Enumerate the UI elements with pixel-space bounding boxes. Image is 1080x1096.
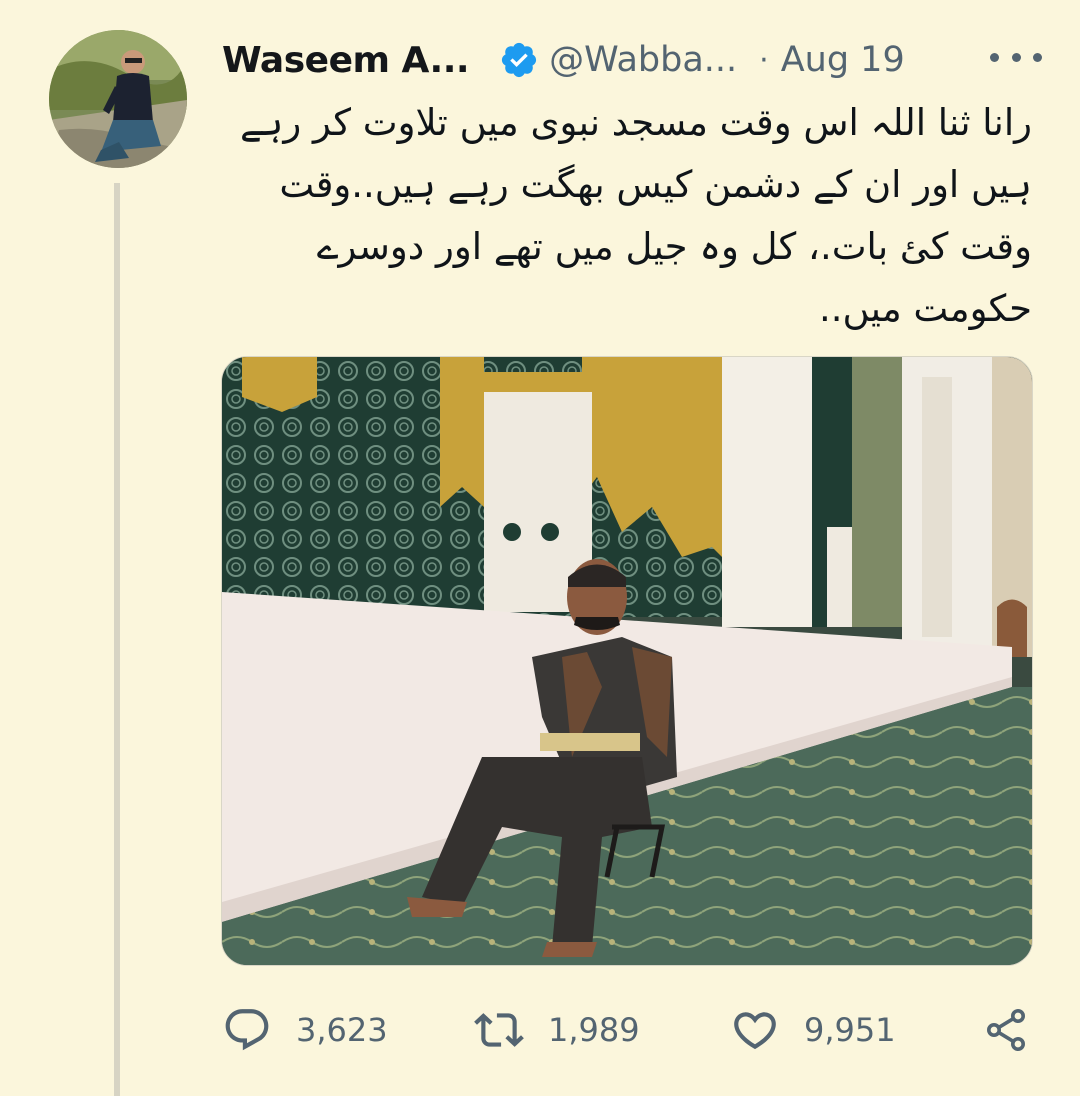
like-count: 9,951 xyxy=(804,1011,896,1049)
display-name[interactable]: Waseem A... xyxy=(222,40,470,81)
avatar-image xyxy=(49,30,187,168)
reply-icon xyxy=(222,1005,272,1055)
thread-line xyxy=(114,183,120,1096)
retweet-count: 1,989 xyxy=(548,1011,640,1049)
share-button[interactable] xyxy=(982,1000,1030,1060)
tweet-photo[interactable] xyxy=(221,356,1033,966)
tweet-actions: 3,623 1,989 9,951 xyxy=(222,1000,1042,1060)
verified-badge-icon xyxy=(499,40,539,80)
more-horizontal-icon[interactable] xyxy=(990,42,1042,72)
tweet-date[interactable]: Aug 19 xyxy=(781,40,905,80)
separator-dot: · xyxy=(759,42,769,78)
avatar[interactable] xyxy=(49,30,187,168)
handle[interactable]: @Wabba... xyxy=(549,40,737,80)
retweet-icon xyxy=(474,1005,524,1055)
reply-button[interactable]: 3,623 xyxy=(222,1000,388,1060)
reply-count: 3,623 xyxy=(296,1011,388,1049)
heart-icon xyxy=(730,1005,780,1055)
retweet-button[interactable]: 1,989 xyxy=(474,1000,640,1060)
tweet-text: رانا ثنا اللہ اس وقت مسجد نبوی میں تلاوت… xyxy=(228,101,1032,330)
like-button[interactable]: 9,951 xyxy=(730,1000,896,1060)
tweet-header: Waseem A... @Wabba... · Aug 19 xyxy=(222,32,1042,88)
share-icon xyxy=(982,1006,1030,1054)
photo-image xyxy=(222,357,1032,965)
